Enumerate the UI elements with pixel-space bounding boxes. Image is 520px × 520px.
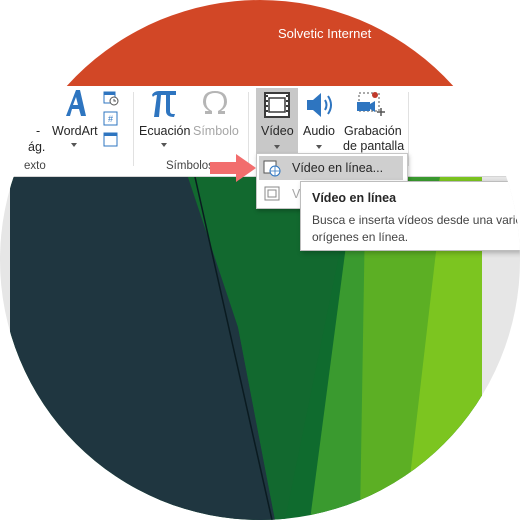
app-title: Solvetic Internet [278, 26, 372, 41]
omega-icon [203, 91, 227, 114]
video-caret-icon [274, 145, 280, 149]
pi-icon [152, 91, 176, 117]
slide-number-icon[interactable]: # [103, 111, 119, 127]
tooltip-title: Vídeo en línea [312, 191, 397, 205]
title-bar: Solvetic Internet [0, 0, 520, 86]
ribbon-separator [408, 92, 409, 166]
online-video-menu-item[interactable]: Vídeo en línea... [259, 156, 403, 180]
online-video-label: Vídeo en línea... [292, 161, 384, 175]
screen-recording-label-line1: Grabación [344, 124, 402, 138]
equation-label: Ecuación [139, 124, 191, 138]
screenshot-circle-frame: Solvetic Internet - ág. exto WordArt # E… [0, 0, 520, 520]
video-button[interactable]: Vídeo [256, 88, 298, 154]
online-video-icon [263, 160, 281, 177]
symbols-group-label: Símbolos [166, 160, 214, 172]
equation-caret-icon [161, 143, 167, 147]
film-small-icon [264, 186, 280, 201]
audio-caret-icon [316, 145, 322, 149]
wordart-caret-icon [71, 143, 77, 147]
audio-label: Audio [303, 124, 335, 138]
svg-text:#: # [108, 114, 113, 124]
tooltip: Vídeo en línea Busca e inserta vídeos de… [300, 181, 520, 251]
date-time-icon[interactable] [103, 90, 119, 106]
pointer-arrow-icon [210, 154, 256, 182]
partial-text-label-top: - [36, 124, 41, 138]
tooltip-description: Busca e inserta vídeos desde una varie o… [312, 213, 520, 244]
video-label: Vídeo [261, 124, 294, 138]
wordart-icon [66, 90, 86, 116]
partial-text-label-bottom: ág. [28, 140, 46, 154]
screen-recording-label-line2: de pantalla [343, 139, 405, 153]
symbol-label: Símbolo [193, 124, 239, 138]
film-icon [264, 92, 290, 118]
speaker-icon [307, 93, 332, 117]
wordart-label: WordArt [52, 124, 98, 138]
screen-recording-icon [357, 92, 385, 116]
object-icon[interactable] [103, 132, 119, 148]
ribbon-separator [133, 92, 134, 166]
text-group-label: exto [24, 160, 46, 172]
